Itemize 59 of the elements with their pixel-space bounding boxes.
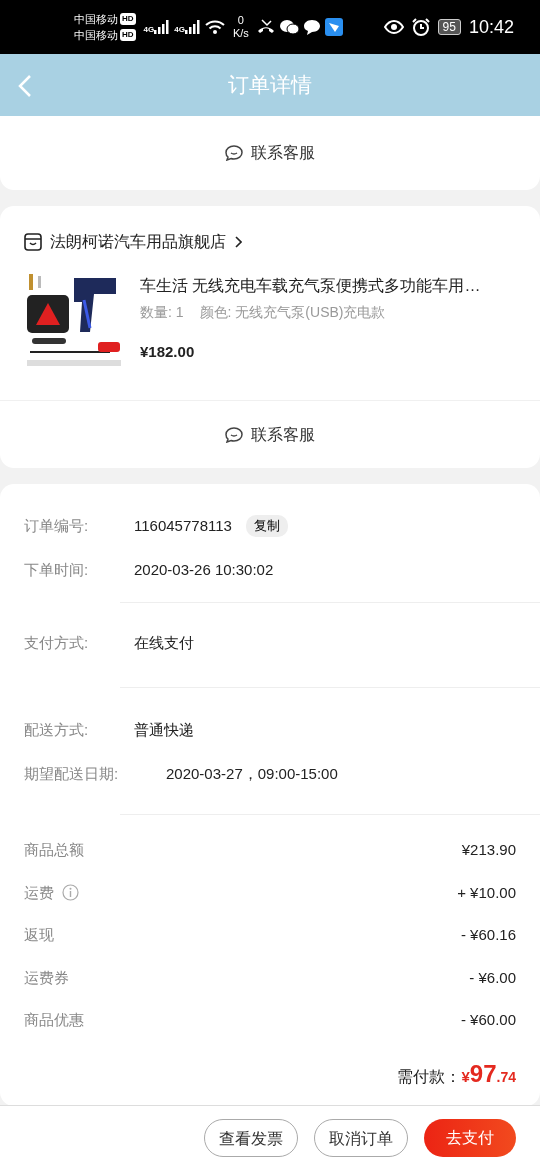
total-amount: ¥97.74 (461, 1058, 516, 1089)
fee-label: 商品优惠 (24, 1010, 84, 1030)
wifi-icon (204, 19, 225, 35)
chevron-right-icon[interactable] (234, 236, 242, 248)
chat-bubbles-icon (278, 19, 299, 35)
field-label: 期望配送日期: (24, 763, 120, 784)
signal-icon (184, 20, 201, 34)
hd-badge: HD (120, 29, 136, 41)
copy-button[interactable]: 复制 (245, 515, 288, 537)
info-icon[interactable] (62, 884, 79, 902)
network-type: 4G (174, 26, 185, 34)
product-price: ¥182.00 (140, 342, 196, 362)
hd-badge: HD (120, 13, 136, 25)
alarm-clock-icon (411, 18, 430, 36)
message-bubble-icon (302, 19, 321, 35)
fee-label: 商品总额 (24, 840, 84, 860)
product-variant: 颜色: 无线充气泵(USB)充电款 (199, 303, 386, 322)
fee-amount: ¥213.90 (461, 840, 516, 860)
pay-button[interactable]: 去支付 (424, 1119, 516, 1157)
fee-label: 运费券 (24, 967, 69, 988)
total-label: 需付款： (397, 1066, 462, 1087)
field-value: 普通快递 (134, 719, 194, 740)
signal-icon (154, 20, 171, 34)
back-icon[interactable] (18, 73, 32, 98)
network-type: 4G (143, 26, 155, 34)
field-value: 2020-03-26 10:30:02 (134, 559, 274, 580)
speed-unit: K/s (232, 27, 249, 40)
fee-amount: - ¥6.00 (469, 967, 516, 988)
field-label: 下单时间: (24, 559, 90, 580)
page-title: 订单详情 (228, 72, 312, 99)
outline-button[interactable]: 查看发票 (204, 1119, 298, 1157)
shop-name[interactable]: 法朗柯诺汽车用品旗舰店 (50, 230, 226, 254)
fee-amount: - ¥60.00 (460, 1010, 516, 1030)
field-label: 配送方式: (24, 719, 90, 740)
field-label: 订单编号: (24, 515, 90, 536)
field-value: 2020-03-27，09:00-15:00 (166, 763, 338, 784)
missed-call-icon (256, 19, 275, 35)
store-icon (24, 233, 42, 251)
app-icon (324, 18, 343, 36)
chat-icon (225, 426, 243, 443)
field-value: 在线支付 (134, 632, 194, 653)
fee-amount: - ¥60.16 (460, 925, 516, 945)
field-label: 支付方式: (24, 632, 90, 653)
clock-time: 10:42 (468, 15, 514, 39)
speed-value: 0 (236, 14, 245, 27)
contact-service-link[interactable]: 联系客服 (251, 422, 315, 447)
battery-level: 95 (437, 19, 461, 35)
contact-service-link[interactable]: 联系客服 (251, 141, 315, 165)
outline-button[interactable]: 取消订单 (314, 1119, 408, 1157)
fee-label: 运费 (24, 882, 54, 903)
chat-icon (225, 145, 243, 161)
fee-label: 返现 (24, 925, 54, 945)
carrier-name: 中国移动 (74, 28, 118, 43)
product-title[interactable]: 车生活 无线充电车载充气泵便携式多功能车用… (140, 274, 516, 298)
product-quantity: 数量: 1 (140, 303, 184, 322)
carrier-name: 中国移动 (74, 12, 118, 27)
eye-icon (383, 20, 404, 34)
field-value: 116045778113 (134, 515, 232, 536)
fee-amount: + ¥10.00 (457, 882, 516, 903)
